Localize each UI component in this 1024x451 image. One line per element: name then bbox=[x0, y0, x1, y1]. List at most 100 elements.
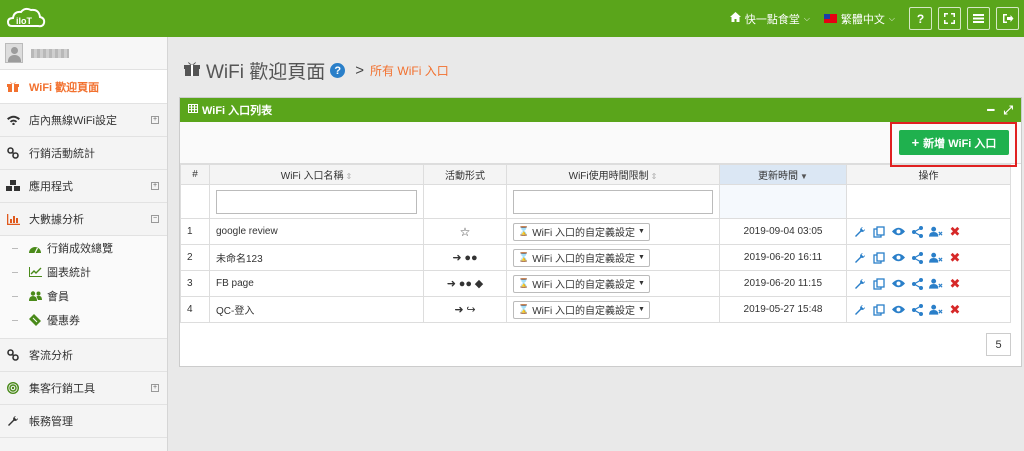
language-label: 繁體中文 bbox=[840, 13, 885, 26]
sidebar-item-label: 大數據分析 bbox=[29, 214, 84, 226]
breadcrumb-separator: > bbox=[355, 62, 365, 79]
share-icon[interactable] bbox=[910, 303, 924, 317]
store-selector[interactable]: 快一點食堂 ⌵ bbox=[729, 11, 810, 27]
edit-icon[interactable] bbox=[853, 303, 867, 317]
link-icon bbox=[6, 147, 20, 159]
hourglass-icon: ⌛ bbox=[518, 252, 530, 262]
sidebar-item-marketing-tools[interactable]: 集客行銷工具 + bbox=[0, 372, 167, 405]
preview-eye-icon[interactable] bbox=[891, 303, 905, 317]
remove-user-icon[interactable] bbox=[929, 303, 943, 317]
remove-user-icon[interactable] bbox=[929, 277, 943, 291]
sidebar-item-label: 行銷活動統計 bbox=[29, 148, 95, 160]
time-limit-select[interactable]: ⌛ WiFi 入口的自定義設定 ▼ bbox=[513, 300, 650, 319]
remove-user-icon[interactable] bbox=[929, 225, 943, 239]
subitem-label: 行銷成效總覽 bbox=[47, 243, 113, 255]
filter-cell bbox=[506, 184, 720, 219]
sort-icon: ⇕ bbox=[345, 172, 353, 181]
menu-button[interactable] bbox=[967, 7, 990, 30]
sign-in-icon: ➜ bbox=[452, 252, 462, 264]
edit-icon[interactable] bbox=[853, 251, 867, 265]
sidebar-item-campaign-stats[interactable]: 行銷活動統計 bbox=[0, 137, 167, 170]
expand-icon[interactable]: + bbox=[151, 182, 159, 190]
user-profile[interactable] bbox=[0, 37, 167, 70]
activity-type: ☆ bbox=[423, 218, 507, 245]
sidebar-item-apps[interactable]: 應用程式 + bbox=[0, 170, 167, 203]
name-filter-input[interactable] bbox=[216, 189, 417, 214]
delete-icon[interactable]: ✖ bbox=[948, 276, 962, 291]
row-number: 3 bbox=[180, 270, 210, 297]
breadcrumb[interactable]: 所有 WiFi 入口 bbox=[370, 62, 449, 79]
time-limit-select[interactable]: ⌛ WiFi 入口的自定義設定 ▼ bbox=[513, 222, 650, 241]
blurred-username bbox=[31, 48, 69, 58]
app-logo[interactable]: iloT bbox=[4, 4, 48, 34]
add-wifi-entry-button[interactable]: + 新增 WiFi 入口 bbox=[899, 130, 1009, 155]
actions-cell: ✖ bbox=[846, 270, 1011, 297]
expand-icon[interactable]: ⤢ bbox=[1003, 103, 1013, 118]
sidebar-subitem-overview[interactable]: 行銷成效總覽 bbox=[0, 236, 167, 260]
col-header-updated[interactable]: 更新時間 ▼ bbox=[719, 164, 847, 185]
col-header-label: WiFi 入口名稱 bbox=[280, 171, 344, 182]
sidebar-item-big-data[interactable]: 大數據分析 − bbox=[0, 203, 167, 236]
copy-icon[interactable] bbox=[872, 303, 886, 317]
share-icon[interactable] bbox=[910, 225, 924, 239]
sidebar-subitem-charts[interactable]: 圖表統計 bbox=[0, 260, 167, 284]
table-row: 3 FB page ➜ ●● ◆ ⌛ WiFi 入口的自定義設定 ▼ 2019-… bbox=[180, 270, 1011, 297]
page-size-selector[interactable]: 5 bbox=[986, 333, 1011, 356]
sidebar-item-label: 客流分析 bbox=[29, 350, 73, 362]
col-header-time-limit[interactable]: WiFi使用時間限制 ⇕ bbox=[506, 164, 720, 185]
remove-user-icon[interactable] bbox=[929, 251, 943, 265]
sort-icon: ⇕ bbox=[650, 172, 658, 181]
copy-icon[interactable] bbox=[872, 251, 886, 265]
preview-eye-icon[interactable] bbox=[891, 251, 905, 265]
filter-cell bbox=[423, 184, 507, 219]
delete-icon[interactable]: ✖ bbox=[948, 224, 962, 239]
help-icon[interactable]: ? bbox=[330, 63, 346, 78]
help-button[interactable]: ? bbox=[909, 7, 932, 30]
chevron-down-icon: ⌵ bbox=[888, 13, 895, 23]
preview-eye-icon[interactable] bbox=[891, 277, 905, 291]
time-limit-filter-input[interactable] bbox=[513, 189, 713, 214]
copy-icon[interactable] bbox=[872, 225, 886, 239]
table-icon bbox=[188, 104, 198, 116]
time-limit-select[interactable]: ⌛ WiFi 入口的自定義設定 ▼ bbox=[513, 274, 650, 293]
home-icon bbox=[729, 12, 741, 25]
users-icon: ●● bbox=[458, 278, 473, 290]
share-icon[interactable] bbox=[910, 251, 924, 265]
actions-cell: ✖ bbox=[846, 244, 1011, 271]
time-limit-cell: ⌛ WiFi 入口的自定義設定 ▼ bbox=[506, 296, 720, 323]
logout-button[interactable] bbox=[996, 7, 1019, 30]
delete-icon[interactable]: ✖ bbox=[948, 302, 962, 317]
sidebar-item-traffic-analysis[interactable]: 客流分析 bbox=[0, 339, 167, 372]
updated-time: 2019-05-27 15:48 bbox=[719, 296, 847, 323]
expand-icon[interactable]: + bbox=[151, 116, 159, 124]
col-header-activity-type: 活動形式 bbox=[423, 164, 507, 185]
preview-eye-icon[interactable] bbox=[891, 225, 905, 239]
activity-type: ➜ ●● ◆ bbox=[423, 270, 507, 297]
link-icon bbox=[6, 349, 20, 361]
fullscreen-button[interactable] bbox=[938, 7, 961, 30]
delete-icon[interactable]: ✖ bbox=[948, 250, 962, 265]
panel-header: WiFi 入口列表 ━ ⤢ bbox=[180, 98, 1021, 122]
dropdown-caret-icon: ▼ bbox=[638, 228, 645, 235]
sidebar-item-label: WiFi 歡迎頁面 bbox=[29, 81, 100, 94]
sidebar-item-billing[interactable]: 帳務管理 bbox=[0, 405, 167, 438]
sidebar-item-wifi-settings[interactable]: 店內無線WiFi設定 + bbox=[0, 104, 167, 137]
collapse-icon[interactable]: − bbox=[151, 215, 159, 223]
sidebar-subitem-coupons[interactable]: 優惠券 bbox=[0, 308, 167, 332]
share-icon[interactable] bbox=[910, 277, 924, 291]
edit-icon[interactable] bbox=[853, 225, 867, 239]
sort-desc-icon: ▼ bbox=[800, 172, 808, 181]
bar-chart-icon bbox=[6, 213, 20, 225]
edit-icon[interactable] bbox=[853, 277, 867, 291]
col-header-label: WiFi使用時間限制 bbox=[568, 171, 649, 182]
expand-icon[interactable]: + bbox=[151, 384, 159, 392]
wrench-icon bbox=[6, 415, 20, 427]
col-header-name[interactable]: WiFi 入口名稱 ⇕ bbox=[209, 164, 424, 185]
language-selector[interactable]: 繁體中文 ⌵ bbox=[823, 11, 895, 27]
copy-icon[interactable] bbox=[872, 277, 886, 291]
sidebar-subitem-members[interactable]: 會員 bbox=[0, 284, 167, 308]
time-limit-select[interactable]: ⌛ WiFi 入口的自定義設定 ▼ bbox=[513, 248, 650, 267]
add-button-label: 新增 WiFi 入口 bbox=[923, 137, 997, 150]
minimize-icon[interactable]: ━ bbox=[987, 103, 994, 118]
sidebar-item-wifi-welcome[interactable]: WiFi 歡迎頁面 bbox=[0, 70, 167, 104]
